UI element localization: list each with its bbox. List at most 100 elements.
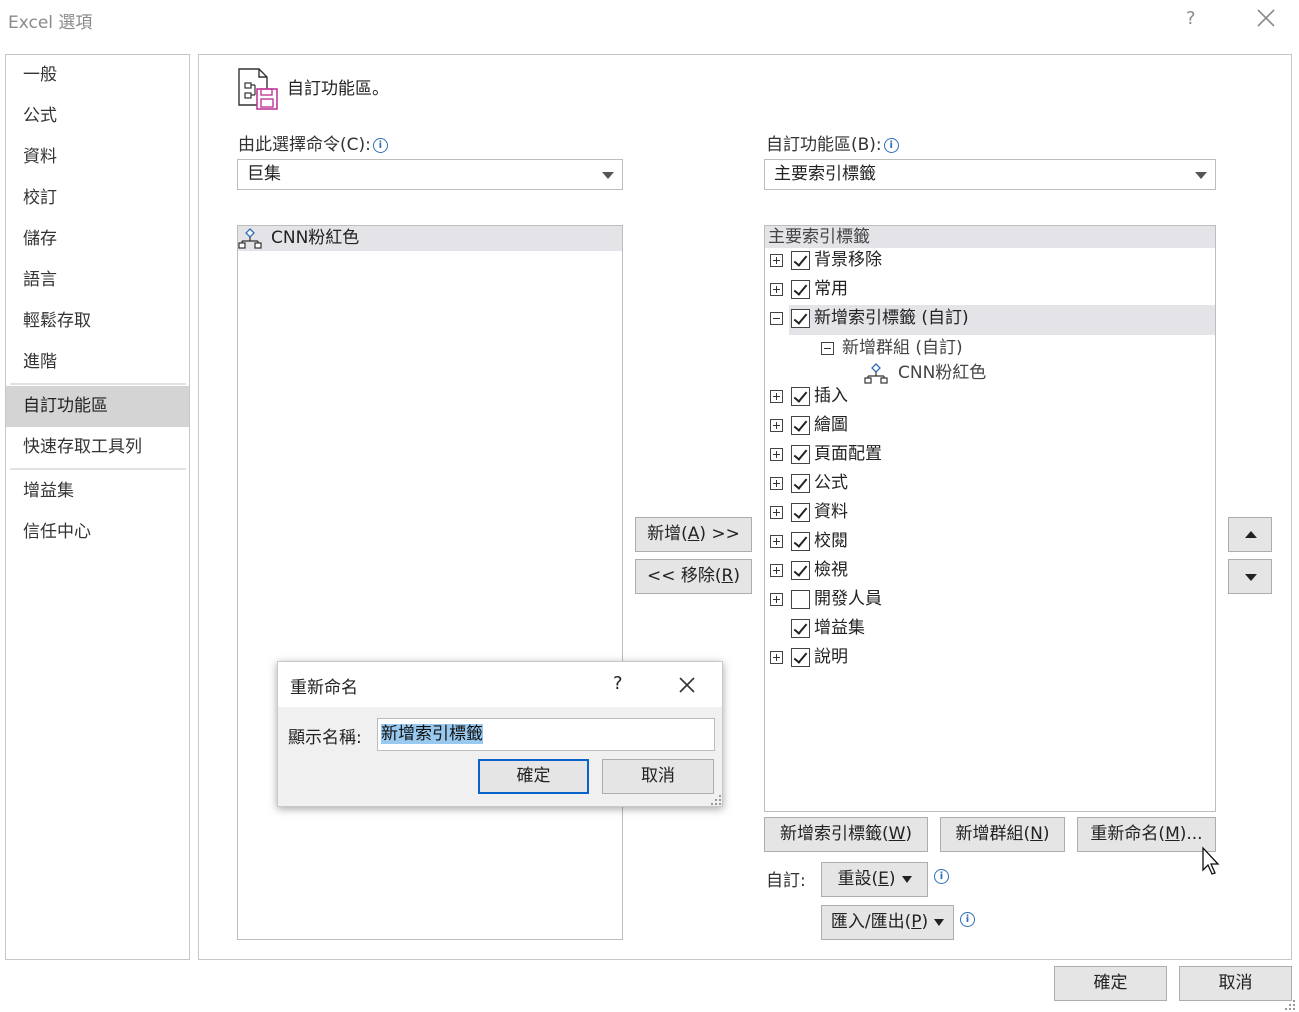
expand-icon[interactable] bbox=[770, 564, 783, 577]
checkbox[interactable] bbox=[791, 445, 810, 464]
move-down-button[interactable] bbox=[1228, 559, 1272, 594]
tree-row-review[interactable]: 校閱 bbox=[765, 527, 1215, 556]
help-button[interactable]: ? bbox=[1186, 8, 1196, 29]
add-button[interactable]: 新增(A) >> bbox=[635, 517, 752, 552]
tree-row-developer[interactable]: 開發人員 bbox=[765, 585, 1215, 614]
close-icon[interactable] bbox=[1252, 4, 1280, 32]
new-group-button[interactable]: 新增群組(N) bbox=[940, 817, 1065, 852]
expand-icon[interactable] bbox=[770, 593, 783, 606]
display-name-input[interactable]: 新增索引標籤 bbox=[377, 718, 715, 751]
expand-icon[interactable] bbox=[770, 506, 783, 519]
expand-icon[interactable] bbox=[770, 419, 783, 432]
checkbox[interactable] bbox=[791, 416, 810, 435]
rename-button[interactable]: 重新命名(M)... bbox=[1077, 817, 1216, 852]
resize-grip-icon[interactable] bbox=[710, 794, 722, 806]
commands-listbox[interactable]: CNN粉紅色 bbox=[237, 225, 623, 940]
tree-row-home[interactable]: 常用 bbox=[765, 275, 1215, 304]
nav-item-language[interactable]: 語言 bbox=[6, 260, 189, 301]
ok-button[interactable]: 確定 bbox=[1054, 966, 1167, 1001]
customize-ribbon-icon bbox=[238, 68, 278, 110]
expand-icon[interactable] bbox=[770, 390, 783, 403]
tree-row-help[interactable]: 說明 bbox=[765, 643, 1215, 672]
tree-row-label: 新增索引標籤 (自訂) bbox=[814, 308, 969, 328]
list-item-label: CNN粉紅色 bbox=[271, 228, 360, 248]
tree-row-add-ins[interactable]: 增益集 bbox=[765, 614, 1215, 643]
collapse-icon[interactable] bbox=[821, 342, 834, 355]
tree-row-data[interactable]: 資料 bbox=[765, 498, 1215, 527]
page-title: 自訂功能區。 bbox=[287, 79, 389, 99]
rename-dialog: 重新命名 ? 顯示名稱: 新增索引標籤 確定 取消 bbox=[277, 661, 723, 807]
tree-row-label: 說明 bbox=[814, 647, 848, 667]
import-export-dropdown[interactable]: 匯入/匯出(P) bbox=[821, 905, 954, 940]
dialog-cancel-button[interactable]: 取消 bbox=[602, 759, 714, 794]
arrow-up-icon bbox=[1245, 531, 1257, 538]
expand-icon[interactable] bbox=[770, 535, 783, 548]
chevron-down-icon bbox=[602, 172, 614, 179]
tree-row-label: 插入 bbox=[814, 386, 848, 406]
nav-item-data[interactable]: 資料 bbox=[6, 137, 189, 178]
tree-row-label: 校閱 bbox=[814, 531, 848, 551]
nav-item-customize-ribbon[interactable]: 自訂功能區 bbox=[6, 386, 189, 427]
tree-row-label: 頁面配置 bbox=[814, 444, 882, 464]
checkbox[interactable] bbox=[791, 619, 810, 638]
nav-item-add-ins[interactable]: 增益集 bbox=[6, 471, 189, 512]
nav-divider bbox=[10, 468, 186, 470]
dialog-title: 重新命名 bbox=[290, 678, 358, 698]
nav-item-accessibility[interactable]: 輕鬆存取 bbox=[6, 301, 189, 342]
dialog-help-button[interactable]: ? bbox=[613, 673, 623, 694]
tree-row-label: 常用 bbox=[814, 279, 848, 299]
new-tab-button[interactable]: 新增索引標籤(W) bbox=[764, 817, 928, 852]
tree-row-label: 背景移除 bbox=[814, 250, 882, 270]
customize-ribbon-combo[interactable]: 主要索引標籤 bbox=[764, 159, 1216, 190]
chevron-down-icon bbox=[934, 918, 945, 926]
expand-icon[interactable] bbox=[770, 283, 783, 296]
resize-grip-icon[interactable] bbox=[1284, 999, 1296, 1011]
expand-icon[interactable] bbox=[770, 448, 783, 461]
move-up-button[interactable] bbox=[1228, 517, 1272, 552]
info-icon: i bbox=[960, 912, 975, 927]
close-icon[interactable] bbox=[676, 674, 698, 696]
checkbox[interactable] bbox=[791, 503, 810, 522]
checkbox[interactable] bbox=[791, 590, 810, 609]
nav-divider bbox=[10, 383, 186, 385]
tree-row-insert[interactable]: 插入 bbox=[765, 382, 1215, 411]
checkbox[interactable] bbox=[791, 474, 810, 493]
choose-commands-combo[interactable]: 巨集 bbox=[237, 159, 623, 190]
nav-item-trust-center[interactable]: 信任中心 bbox=[6, 512, 189, 553]
collapse-icon[interactable] bbox=[770, 312, 783, 325]
checkbox[interactable] bbox=[791, 532, 810, 551]
tree-row-draw[interactable]: 繪圖 bbox=[765, 411, 1215, 440]
expand-icon[interactable] bbox=[770, 651, 783, 664]
expand-icon[interactable] bbox=[770, 477, 783, 490]
checkbox[interactable] bbox=[791, 251, 810, 270]
checkbox[interactable] bbox=[791, 309, 810, 328]
checkbox[interactable] bbox=[791, 561, 810, 580]
info-icon: i bbox=[372, 137, 388, 153]
ribbon-tree[interactable]: 主要索引標籤 背景移除 常用 新增索引標籤 (自訂) 新增群組 (自訂) CNN… bbox=[764, 225, 1216, 812]
checkbox[interactable] bbox=[791, 280, 810, 299]
nav-item-save[interactable]: 儲存 bbox=[6, 219, 189, 260]
checkbox[interactable] bbox=[791, 648, 810, 667]
expand-icon[interactable] bbox=[770, 254, 783, 267]
tree-row-view[interactable]: 檢視 bbox=[765, 556, 1215, 585]
tree-row-background-removal[interactable]: 背景移除 bbox=[765, 246, 1215, 275]
tree-row-label: 檢視 bbox=[814, 560, 848, 580]
remove-button[interactable]: << 移除(R) bbox=[635, 559, 752, 594]
tree-row-label: 繪圖 bbox=[814, 415, 848, 435]
cancel-button[interactable]: 取消 bbox=[1179, 966, 1292, 1001]
choose-commands-value: 巨集 bbox=[247, 164, 281, 184]
tree-row-new-tab[interactable]: 新增索引標籤 (自訂) bbox=[765, 304, 1215, 333]
nav-item-advanced[interactable]: 進階 bbox=[6, 342, 189, 383]
nav-item-quick-access-toolbar[interactable]: 快速存取工具列 bbox=[6, 427, 189, 468]
nav-item-general[interactable]: 一般 bbox=[6, 55, 189, 96]
display-name-value: 新增索引標籤 bbox=[381, 724, 483, 744]
reset-dropdown[interactable]: 重設(E) bbox=[821, 862, 928, 897]
nav-item-proofing[interactable]: 校訂 bbox=[6, 178, 189, 219]
tree-row-formulas[interactable]: 公式 bbox=[765, 469, 1215, 498]
nav-item-formulas[interactable]: 公式 bbox=[6, 96, 189, 137]
tree-row-page-layout[interactable]: 頁面配置 bbox=[765, 440, 1215, 469]
dialog-ok-button[interactable]: 確定 bbox=[478, 759, 589, 794]
arrow-down-icon bbox=[1245, 574, 1257, 581]
info-icon: i bbox=[883, 137, 899, 153]
checkbox[interactable] bbox=[791, 387, 810, 406]
